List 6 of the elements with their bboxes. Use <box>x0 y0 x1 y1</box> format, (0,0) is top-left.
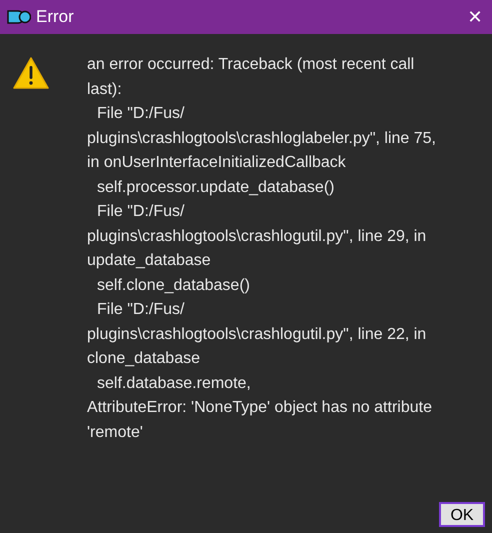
app-logo-icon <box>7 10 31 24</box>
ok-button[interactable]: OK <box>439 502 485 527</box>
window-title: Error <box>36 6 74 28</box>
warning-icon <box>13 57 49 89</box>
close-button[interactable]: ✕ <box>458 0 492 34</box>
error-message: an error occurred: Traceback (most recent call last): File "D:/Fus/ plugins\crashlogtools\crashloglabeler.py", line 75, in onUserInterfaceInitializedCallback self.processor.update_database() File "D:/Fus/ plugins\crashlogtools\crashlogutil.py", line 29, in update_database self.clone_database() File "D:/Fus/ plugins\crashlogtools\crashlogutil.py", line 22, in clone_database self.database.remote, AttributeError: 'NoneType' object has no attribute 'remote' <box>87 55 436 442</box>
